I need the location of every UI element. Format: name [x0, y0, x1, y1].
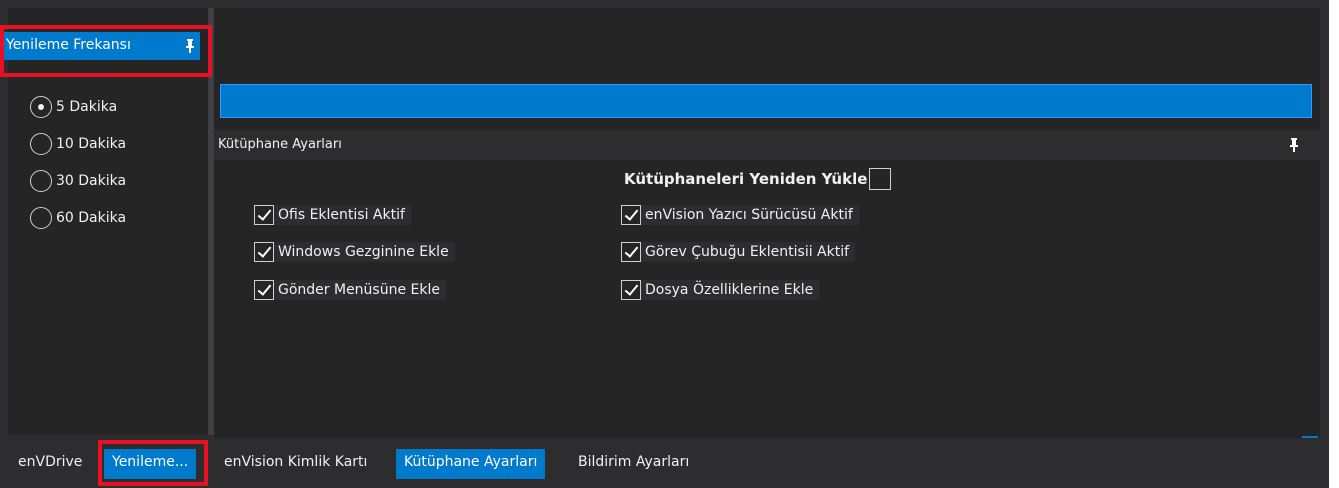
radio-label: 30 Dakika [56, 172, 127, 189]
radio-5-minutes[interactable]: 5 Dakika [30, 88, 126, 125]
radio-button[interactable] [30, 206, 52, 229]
radio-label: 60 Dakika [56, 209, 127, 226]
checkbox-checked[interactable] [621, 205, 641, 225]
tab-notification-settings[interactable]: Bildirim Ayarları [570, 449, 697, 479]
checkbox-checked[interactable] [254, 242, 274, 262]
radio-60-minutes[interactable]: 60 Dakika [30, 199, 126, 236]
tab-library-settings[interactable]: Kütüphane Ayarları [396, 449, 546, 479]
checkbox-label: Gönder Menüsüne Ekle [278, 282, 440, 298]
checkbox-label: Windows Gezginine Ekle [278, 244, 449, 260]
radio-label: 10 Dakika [56, 135, 127, 152]
checkbox-label: Ofis Eklentisi Aktif [278, 207, 405, 223]
radio-30-minutes[interactable]: 30 Dakika [30, 162, 126, 199]
file-properties-option[interactable]: Dosya Özelliklerine Ekle [621, 280, 820, 300]
tab-envision-id-card[interactable]: enVision Kimlik Kartı [216, 449, 375, 479]
refresh-frequency-options: 5 Dakika 10 Dakika 30 Dakika 60 Dakika [30, 88, 126, 236]
checkbox-checked[interactable] [621, 242, 641, 262]
reload-libraries-label: Kütüphaneleri Yeniden Yükle [624, 170, 868, 188]
checkbox-label: Dosya Özelliklerine Ekle [645, 282, 814, 298]
checkbox-label: Görev Çubuğu Eklentisii Aktif [645, 244, 850, 260]
selected-bar[interactable] [220, 84, 1312, 118]
tab-envdrive[interactable]: enVDrive [10, 449, 90, 479]
printer-driver-option[interactable]: enVision Yazıcı Sürücüsü Aktif [621, 205, 859, 225]
checkbox-label: enVision Yazıcı Sürücüsü Aktif [645, 207, 853, 223]
radio-button[interactable] [30, 169, 52, 192]
reload-libraries-option[interactable]: Kütüphaneleri Yeniden Yükle [624, 168, 892, 190]
office-addin-option[interactable]: Ofis Eklentisi Aktif [254, 205, 411, 225]
radio-button[interactable] [30, 132, 52, 155]
radio-10-minutes[interactable]: 10 Dakika [30, 125, 126, 162]
highlight-box [98, 440, 208, 486]
checkbox-checked[interactable] [254, 280, 274, 300]
windows-explorer-option[interactable]: Windows Gezginine Ekle [254, 242, 455, 262]
radio-label: 5 Dakika [56, 98, 118, 115]
library-settings-header[interactable]: Kütüphane Ayarları [214, 130, 1320, 160]
checkbox-checked[interactable] [254, 205, 274, 225]
checkbox-checked[interactable] [621, 280, 641, 300]
highlight-box [0, 25, 212, 77]
pin-icon[interactable] [1288, 138, 1300, 152]
reload-libraries-checkbox[interactable] [869, 168, 892, 190]
library-settings-title: Kütüphane Ayarları [218, 137, 342, 152]
radio-button-checked[interactable] [30, 95, 52, 118]
taskbar-addin-option[interactable]: Görev Çubuğu Eklentisii Aktif [621, 242, 856, 262]
send-to-menu-option[interactable]: Gönder Menüsüne Ekle [254, 280, 446, 300]
